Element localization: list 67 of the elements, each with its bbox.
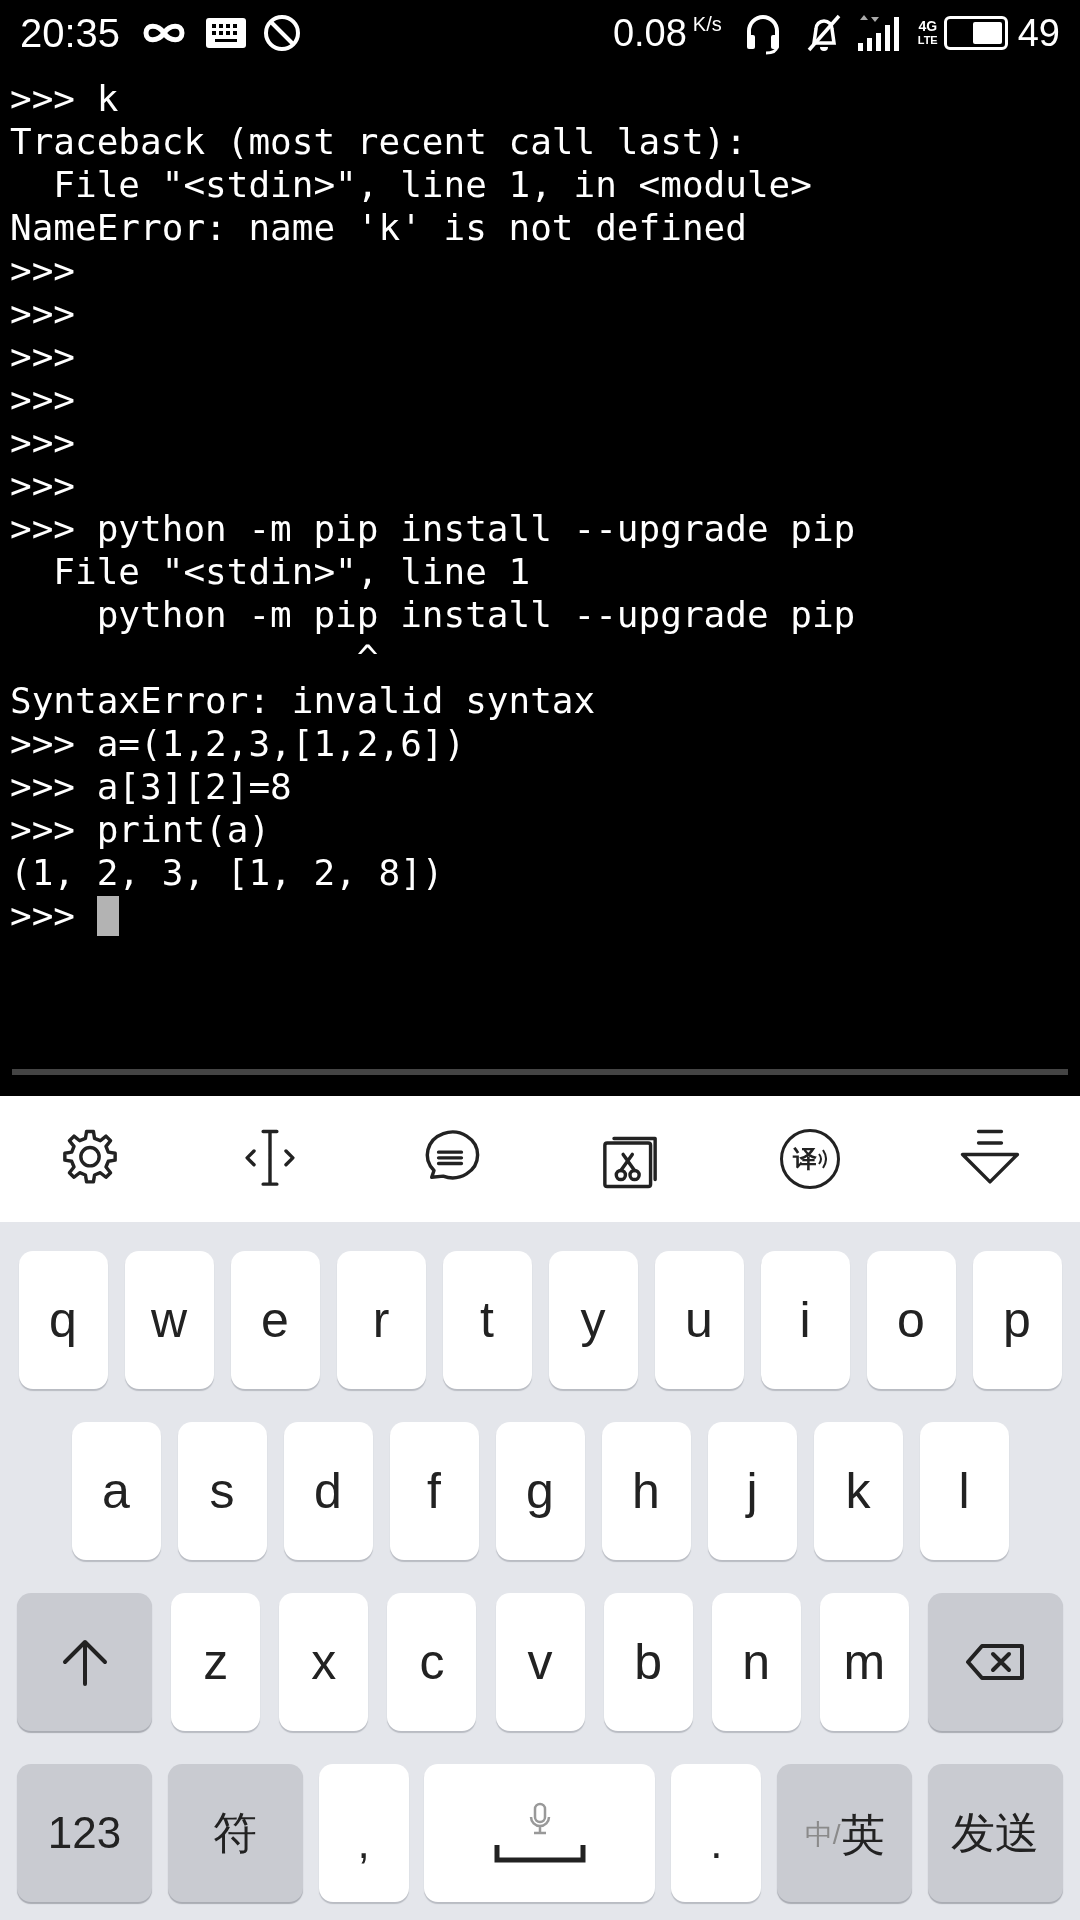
function-key[interactable]: 符 [167, 1764, 303, 1902]
terminal-line: File "<stdin>", line 1, in <module> [52, 163, 812, 206]
terminal-line: ^ [355, 636, 379, 679]
terminal-line: >>> [10, 421, 76, 464]
terminal-line: >>> [10, 464, 76, 507]
letter-key[interactable]: r [336, 1251, 426, 1389]
sound-waves-icon [817, 1148, 827, 1170]
terminal-line: >>> [10, 292, 76, 335]
letter-key[interactable]: v [495, 1593, 585, 1731]
speed-unit: K/s [692, 14, 722, 34]
terminal-line: python -m pip install --upgrade pip [95, 593, 856, 636]
letter-key[interactable]: j [707, 1422, 797, 1560]
letter-key[interactable]: f [389, 1422, 479, 1560]
terminal-line: >>> python -m pip install --upgrade pip [10, 507, 856, 550]
function-key[interactable]: 123 [17, 1764, 152, 1902]
letter-key[interactable]: l [919, 1422, 1009, 1560]
clock-time: 20:35 [20, 12, 121, 53]
punctuation-key[interactable]: , [318, 1764, 409, 1902]
terminal-line: File "<stdin>", line 1 [52, 550, 531, 593]
terminal-line: >>> a=(1,2,3,[1,2,6]) [10, 722, 466, 765]
letter-key[interactable]: q [18, 1251, 108, 1389]
terminal-line: NameError: name 'k' is not defined [10, 206, 747, 249]
blocked-icon [262, 12, 303, 53]
keyboard-icon [206, 17, 247, 48]
terminal-line: >>> [10, 378, 76, 421]
terminal-line: >>> k [10, 77, 119, 120]
letter-key[interactable]: k [813, 1422, 903, 1560]
letter-key[interactable]: d [283, 1422, 373, 1560]
letter-key[interactable]: a [71, 1422, 161, 1560]
letter-key[interactable]: x [279, 1593, 369, 1731]
microphone-icon [528, 1802, 552, 1836]
battery-icon [943, 15, 1008, 50]
backspace-key[interactable] [928, 1593, 1063, 1731]
letter-key[interactable]: n [711, 1593, 801, 1731]
letter-key[interactable]: h [601, 1422, 691, 1560]
terminal-line: >>> [10, 335, 76, 378]
letter-key[interactable]: c [387, 1593, 477, 1731]
terminal-line: >>> a[3][2]=8 [10, 765, 292, 808]
terminal-line: >>> print(a) [10, 808, 271, 851]
punctuation-key[interactable]: . [671, 1764, 762, 1902]
letter-key[interactable]: p [972, 1251, 1062, 1389]
space-bar-icon [494, 1842, 586, 1864]
letter-key[interactable]: t [442, 1251, 532, 1389]
terminal-line: (1, 2, 3, [1, 2, 8]) [10, 851, 444, 894]
letter-key[interactable]: g [495, 1422, 585, 1560]
letter-key[interactable]: z [171, 1593, 261, 1731]
letter-key[interactable]: m [819, 1593, 909, 1731]
letter-key[interactable]: i [760, 1251, 850, 1389]
letter-key[interactable]: s [177, 1422, 267, 1560]
letter-key[interactable]: y [548, 1251, 638, 1389]
letter-key[interactable]: u [654, 1251, 744, 1389]
space-key[interactable] [424, 1764, 656, 1902]
function-key[interactable]: 发送 [927, 1764, 1063, 1902]
terminal-line: Traceback (most recent call last): [10, 120, 747, 163]
letter-key[interactable]: e [230, 1251, 320, 1389]
terminal-line: >>> [10, 894, 77, 937]
network-type: LTE [917, 35, 938, 46]
network-speed: 0.08 [612, 13, 687, 52]
letter-key[interactable]: w [124, 1251, 214, 1389]
translate-button[interactable]: 译 [780, 1129, 840, 1189]
network-type: 4G [918, 19, 938, 33]
terminal-line: SyntaxError: invalid syntax [10, 679, 596, 722]
terminal-line: >>> [10, 249, 76, 292]
letter-key[interactable]: o [866, 1251, 956, 1389]
letter-key[interactable]: b [603, 1593, 693, 1731]
language-toggle-key[interactable]: 中/英 [777, 1764, 913, 1902]
battery-percent: 49 [1017, 13, 1060, 52]
